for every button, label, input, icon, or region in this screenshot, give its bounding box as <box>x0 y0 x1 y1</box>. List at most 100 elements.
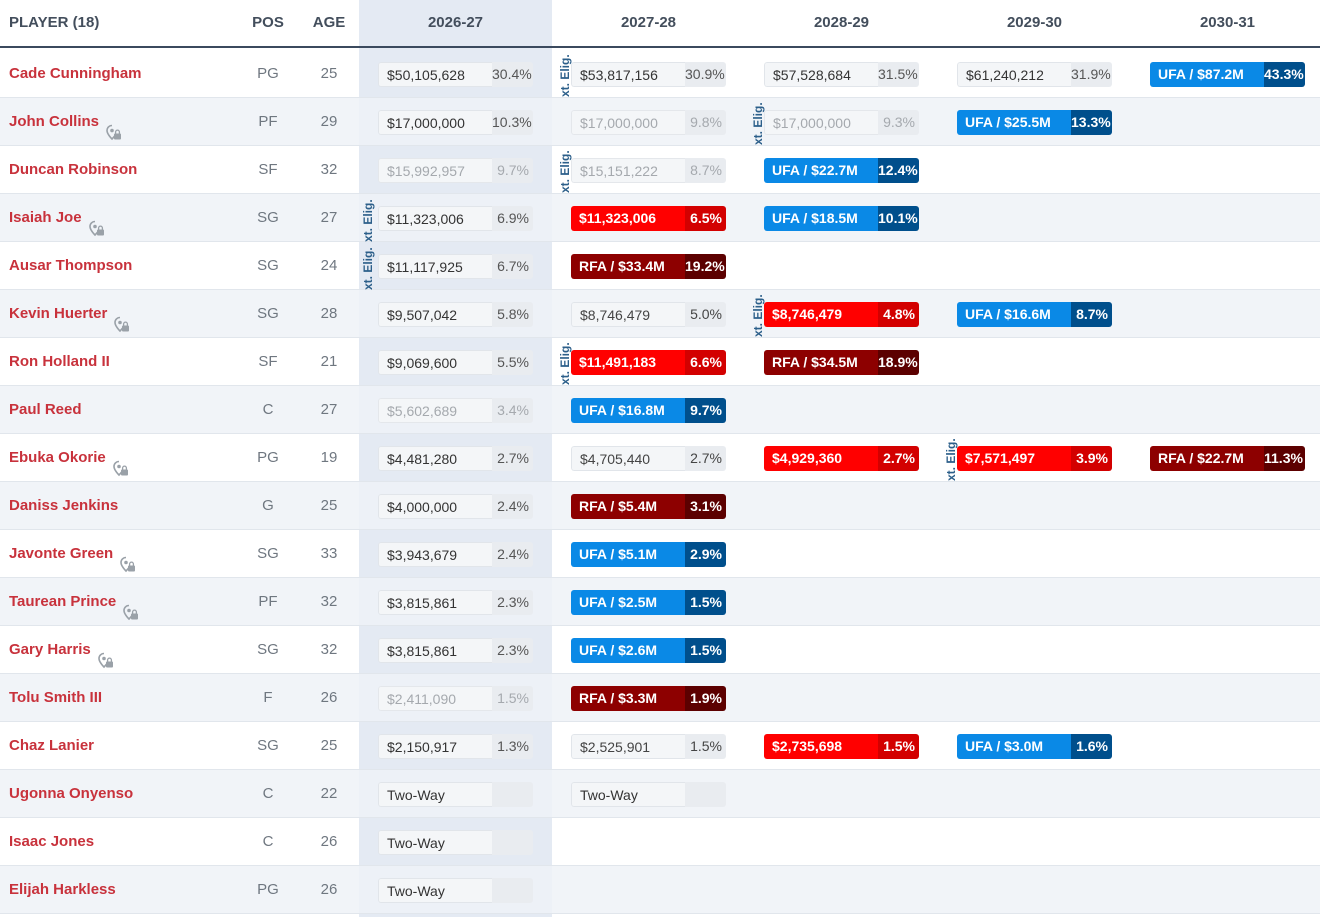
salary-chip-rfa[interactable]: RFA / $34.5M 18.9% <box>764 350 919 375</box>
player-position: C <box>262 401 274 418</box>
player-position: SG <box>257 305 279 322</box>
player-name-link[interactable]: John Collins <box>9 98 122 145</box>
player-position: SG <box>257 257 279 274</box>
salary-amount: $9,069,600 <box>378 350 492 375</box>
player-name-link[interactable]: Ebuka Okorie <box>9 434 129 481</box>
salary-chip-option[interactable]: $5,602,689 3.4% <box>378 398 533 423</box>
salary-chip-normal[interactable]: $9,507,042 5.8% <box>378 302 533 327</box>
trade-restriction-icon[interactable] <box>119 545 136 572</box>
trade-restriction-icon[interactable] <box>113 305 130 332</box>
salary-chip-normal[interactable]: $61,240,212 31.9% <box>957 62 1112 87</box>
salary-chip-red[interactable]: $4,929,360 2.7% <box>764 446 919 471</box>
salary-chip-normal[interactable]: $53,817,156 30.9% <box>571 62 726 87</box>
cap-percentage <box>492 830 533 855</box>
salary-chip-ufa[interactable]: UFA / $5.1M 2.9% <box>571 542 726 567</box>
salary-chip-normal[interactable]: $4,000,000 2.4% <box>378 494 533 519</box>
salary-chip-ufa[interactable]: UFA / $16.8M 9.7% <box>571 398 726 423</box>
salary-chip-twoway[interactable]: Two-Way <box>378 782 533 807</box>
salary-chip-normal[interactable]: $11,117,925 6.7% <box>378 254 533 279</box>
player-name-link[interactable]: Tolu Smith III <box>9 674 102 721</box>
salary-chip-normal[interactable]: $9,069,600 5.5% <box>378 350 533 375</box>
salary-chip-ufa[interactable]: UFA / $16.6M 8.7% <box>957 302 1112 327</box>
salary-amount: UFA / $3.0M <box>957 734 1071 759</box>
salary-chip-normal[interactable]: $3,943,679 2.4% <box>378 542 533 567</box>
cap-percentage: 8.7% <box>1071 302 1112 327</box>
salary-chip-red[interactable]: $7,571,497 3.9% <box>957 446 1112 471</box>
header-season-5[interactable]: 2030-31 <box>1131 0 1320 46</box>
header-player[interactable]: PLAYER (18) <box>9 0 99 46</box>
salary-chip-red[interactable]: $2,735,698 1.5% <box>764 734 919 759</box>
salary-chip-ufa[interactable]: UFA / $2.5M 1.5% <box>571 590 726 615</box>
salary-amount: Two-Way <box>378 830 492 855</box>
salary-chip-option[interactable]: $2,411,090 1.5% <box>378 686 533 711</box>
salary-amount: $8,746,479 <box>764 302 878 327</box>
salary-chip-normal[interactable]: $17,000,000 10.3% <box>378 110 533 135</box>
salary-chip-normal[interactable]: $2,150,917 1.3% <box>378 734 533 759</box>
player-name-link[interactable]: Paul Reed <box>9 386 82 433</box>
player-name-link[interactable]: Isaiah Joe <box>9 194 105 241</box>
salary-chip-option[interactable]: $17,000,000 9.3% <box>764 110 919 135</box>
extension-eligible-label: xt. Elig. <box>751 294 765 337</box>
salary-chip-ufa[interactable]: UFA / $2.6M 1.5% <box>571 638 726 663</box>
header-season-1[interactable]: 2026-27 <box>359 0 552 46</box>
salary-chip-red[interactable]: $11,491,183 6.6% <box>571 350 726 375</box>
salary-amount: UFA / $16.6M <box>957 302 1071 327</box>
player-name-link[interactable]: Chaz Lanier <box>9 722 94 769</box>
salary-chip-ufa[interactable]: UFA / $18.5M 10.1% <box>764 206 919 231</box>
player-name-link[interactable]: Cade Cunningham <box>9 50 142 97</box>
player-name-link[interactable]: Ron Holland II <box>9 338 110 385</box>
salary-chip-ufa[interactable]: UFA / $22.7M 12.4% <box>764 158 919 183</box>
header-age[interactable]: AGE <box>303 0 355 46</box>
salary-chip-option[interactable]: $15,151,222 8.7% <box>571 158 726 183</box>
player-name-link[interactable]: Taurean Prince <box>9 578 139 625</box>
salary-amount: $17,000,000 <box>571 110 685 135</box>
salary-chip-normal[interactable]: $57,528,684 31.5% <box>764 62 919 87</box>
salary-chip-ufa[interactable]: UFA / $25.5M 13.3% <box>957 110 1112 135</box>
salary-chip-option[interactable]: $17,000,000 9.8% <box>571 110 726 135</box>
player-name-link[interactable]: Ausar Thompson <box>9 242 132 289</box>
player-name-link[interactable]: Javonte Green <box>9 530 136 577</box>
salary-chip-ufa[interactable]: UFA / $87.2M 43.3% <box>1150 62 1305 87</box>
salary-chip-guarantee[interactable]: $8,746,479 5.0% <box>571 302 726 327</box>
trade-restriction-icon[interactable] <box>122 593 139 620</box>
header-season-4[interactable]: 2029-30 <box>938 0 1131 46</box>
salary-chip-red[interactable]: $11,323,006 6.5% <box>571 206 726 231</box>
player-name-link[interactable]: Ugonna Onyenso <box>9 770 133 817</box>
salary-chip-rfa[interactable]: RFA / $3.3M 1.9% <box>571 686 726 711</box>
trade-restriction-icon[interactable] <box>105 113 122 140</box>
salary-chip-twoway[interactable]: Two-Way <box>571 782 726 807</box>
player-name-link[interactable]: Kevin Huerter <box>9 290 130 337</box>
salary-chip-normal[interactable]: $3,815,861 2.3% <box>378 590 533 615</box>
header-pos[interactable]: POS <box>228 0 308 46</box>
trade-restriction-icon[interactable] <box>97 641 114 668</box>
player-name-link[interactable]: Daniss Jenkins <box>9 482 118 529</box>
cap-percentage: 5.0% <box>685 302 726 327</box>
salary-chip-normal[interactable]: $3,815,861 2.3% <box>378 638 533 663</box>
salary-chip-option[interactable]: $15,992,957 9.7% <box>378 158 533 183</box>
salary-chip-red[interactable]: $8,746,479 4.8% <box>764 302 919 327</box>
salary-chip-guarantee[interactable]: $2,525,901 1.5% <box>571 734 726 759</box>
player-name-link[interactable]: Elijah Harkless <box>9 866 116 913</box>
trade-restriction-icon[interactable] <box>112 449 129 476</box>
salary-chip-guarantee[interactable]: $4,705,440 2.7% <box>571 446 726 471</box>
player-name-link[interactable]: Gary Harris <box>9 626 114 673</box>
salary-chip-rfa[interactable]: RFA / $33.4M 19.2% <box>571 254 726 279</box>
salary-chip-twoway[interactable]: Two-Way <box>378 878 533 903</box>
salary-chip-normal[interactable]: $11,323,006 6.9% <box>378 206 533 231</box>
salary-amount: $11,323,006 <box>571 206 685 231</box>
player-name-link[interactable]: Duncan Robinson <box>9 146 137 193</box>
header-season-3[interactable]: 2028-29 <box>745 0 938 46</box>
salary-amount: UFA / $87.2M <box>1150 62 1264 87</box>
trade-restriction-icon[interactable] <box>88 209 105 236</box>
salary-chip-ufa[interactable]: UFA / $3.0M 1.6% <box>957 734 1112 759</box>
salary-chip-normal[interactable]: $50,105,628 30.4% <box>378 62 533 87</box>
salary-chip-rfa[interactable]: RFA / $5.4M 3.1% <box>571 494 726 519</box>
salary-chip-normal[interactable]: $4,481,280 2.7% <box>378 446 533 471</box>
cap-percentage: 1.5% <box>492 686 533 711</box>
salary-chip-twoway[interactable]: Two-Way <box>378 830 533 855</box>
salary-chip-rfa[interactable]: RFA / $22.7M 11.3% <box>1150 446 1305 471</box>
cap-percentage: 5.5% <box>492 350 533 375</box>
player-name-link[interactable]: Isaac Jones <box>9 818 94 865</box>
player-position: PG <box>257 881 279 898</box>
header-season-2[interactable]: 2027-28 <box>552 0 745 46</box>
